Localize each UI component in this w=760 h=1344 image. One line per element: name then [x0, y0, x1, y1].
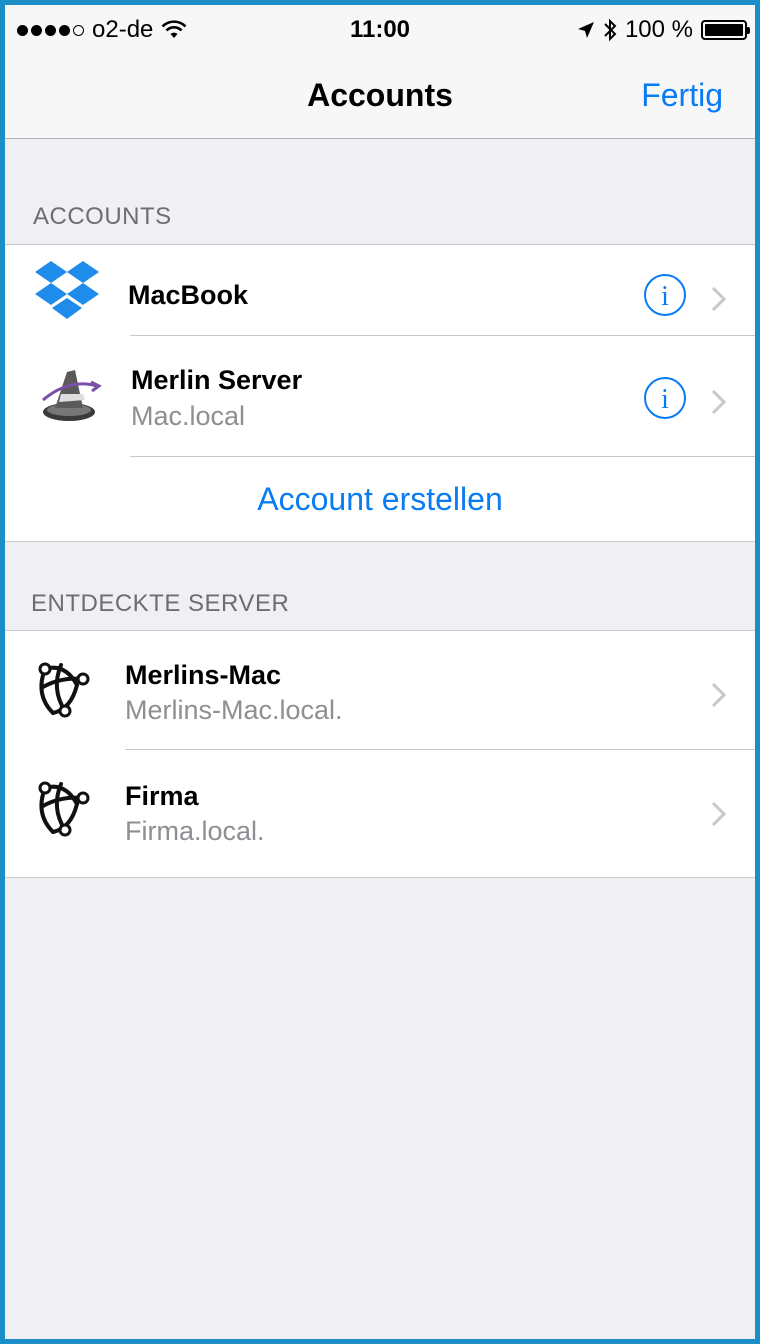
- status-bar: o2-de 11:00 100 %: [5, 5, 755, 55]
- server-title: Firma: [125, 781, 199, 811]
- accounts-list: MacBook i Merlin Server Mac.local i Acco…: [5, 244, 755, 542]
- account-row-macbook[interactable]: MacBook i: [5, 245, 755, 335]
- server-title: Merlins-Mac: [125, 660, 282, 690]
- navigation-bar: Accounts Fertig: [5, 55, 755, 139]
- info-icon[interactable]: i: [643, 273, 687, 317]
- wizard-hat-icon: [42, 370, 102, 421]
- server-subtitle: Merlins-Mac.local.: [125, 695, 343, 725]
- chevron-right-icon: [711, 286, 727, 312]
- account-subtitle: Mac.local: [131, 401, 246, 431]
- status-right: 100 %: [577, 16, 750, 44]
- discovered-servers-list: Merlins-Mac Merlins-Mac.local. Firma Fir…: [5, 630, 755, 878]
- section-header-accounts: ACCOUNTS: [33, 203, 172, 230]
- section-header-discovered-servers: ENTDECKTE SERVER: [31, 590, 290, 617]
- battery-icon: [701, 20, 750, 40]
- chevron-right-icon: [711, 801, 727, 827]
- screen: o2-de 11:00 100 % Accounts Fertig ACCOUN…: [0, 0, 760, 1344]
- server-subtitle: Firma.local.: [125, 816, 265, 846]
- account-title: MacBook: [128, 280, 249, 310]
- battery-percent: 100 %: [624, 16, 693, 43]
- chevron-right-icon: [711, 682, 727, 708]
- bonjour-icon: [38, 781, 90, 837]
- dropbox-icon: [35, 261, 99, 319]
- bluetooth-icon: [604, 18, 617, 42]
- row-separator: [130, 456, 755, 457]
- svg-text:i: i: [661, 384, 669, 415]
- svg-text:i: i: [661, 281, 669, 312]
- done-button[interactable]: Fertig: [641, 77, 723, 114]
- bonjour-icon: [38, 662, 90, 718]
- account-row-merlin-server[interactable]: Merlin Server Mac.local i: [5, 336, 755, 456]
- account-title: Merlin Server: [131, 365, 303, 395]
- server-row-merlins-mac[interactable]: Merlins-Mac Merlins-Mac.local.: [5, 631, 755, 749]
- server-row-firma[interactable]: Firma Firma.local.: [5, 750, 755, 878]
- location-arrow-icon: [577, 22, 594, 38]
- chevron-right-icon: [711, 389, 727, 415]
- info-icon[interactable]: i: [643, 376, 687, 420]
- create-account-button[interactable]: Account erstellen: [5, 481, 755, 518]
